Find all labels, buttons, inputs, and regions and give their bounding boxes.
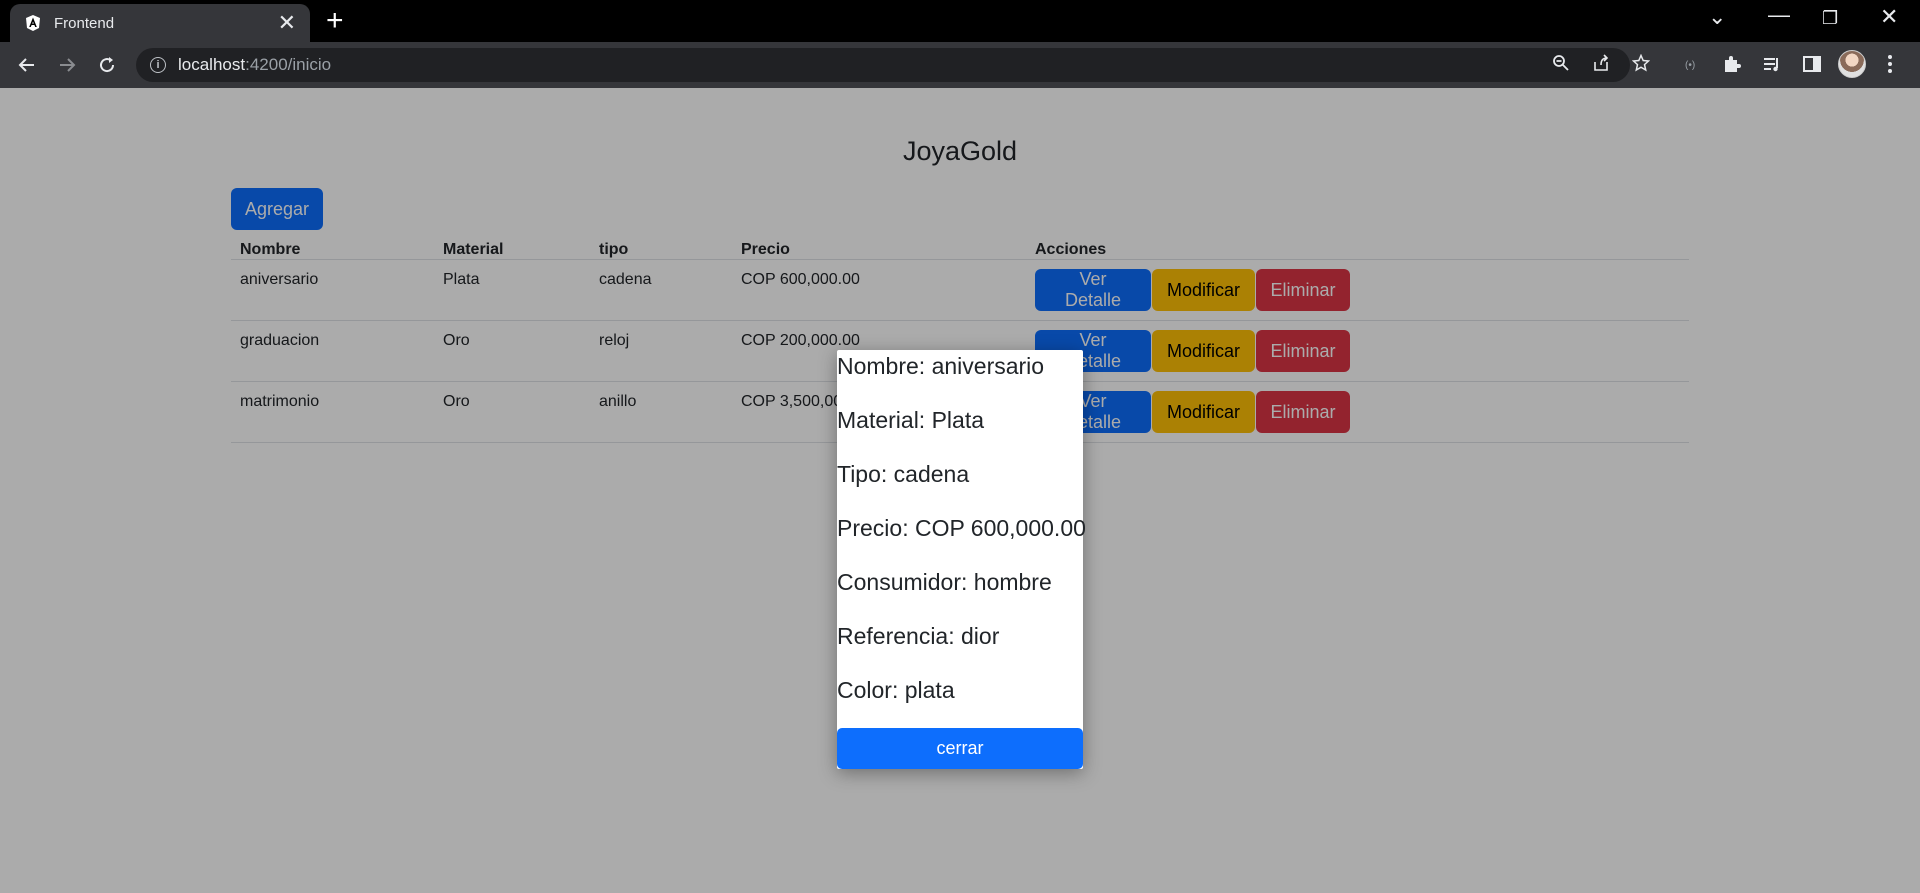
browser-tab[interactable]: Frontend ✕ — [10, 4, 310, 42]
detail-tipo: Tipo: cadena — [837, 461, 970, 487]
puzzle-extensions-icon[interactable] — [1718, 50, 1746, 78]
detail-material: Material: Plata — [837, 407, 985, 433]
restore-icon[interactable]: ❐ — [1822, 8, 1838, 29]
browser-toolbar: i localhost:4200/inicio — [0, 42, 1920, 88]
zoom-icon[interactable] — [1548, 50, 1574, 76]
share-icon[interactable] — [1588, 50, 1614, 76]
angular-favicon-icon — [24, 14, 42, 32]
url-host: localhost — [178, 55, 246, 74]
browser-menu-icon[interactable] — [1880, 50, 1900, 78]
close-modal-button[interactable]: cerrar — [837, 728, 1083, 769]
back-icon[interactable] — [12, 50, 42, 80]
tab-close-icon[interactable]: ✕ — [278, 12, 296, 34]
minimize-icon[interactable]: — — [1768, 2, 1790, 28]
address-bar[interactable]: i localhost:4200/inicio — [136, 48, 1630, 82]
tab-title: Frontend — [54, 14, 115, 32]
detail-precio: Precio: COP 600,000.00 — [837, 515, 1086, 541]
new-tab-icon[interactable]: + — [326, 6, 344, 36]
url-path: :4200/inicio — [245, 55, 332, 74]
detail-color: Color: plata — [837, 677, 955, 703]
side-panel-icon[interactable] — [1798, 50, 1826, 78]
detail-referencia: Referencia: dior — [837, 623, 1000, 649]
detail-modal: Nombre: aniversario Material: Plata Tipo… — [837, 350, 1086, 769]
close-window-icon[interactable]: ✕ — [1880, 4, 1898, 30]
svg-text:(•): (•) — [1685, 60, 1695, 71]
forward-icon[interactable] — [52, 50, 82, 80]
detail-nombre: Nombre: aniversario — [837, 353, 1045, 379]
reload-icon[interactable] — [92, 50, 122, 80]
tab-search-icon[interactable]: ⌄ — [1708, 4, 1726, 30]
browser-tab-strip: Frontend ✕ + ⌄ — ❐ ✕ — [0, 0, 1920, 42]
extension-icon[interactable]: (•) — [1678, 50, 1706, 78]
site-info-icon[interactable]: i — [150, 57, 166, 73]
profile-avatar[interactable] — [1838, 50, 1866, 78]
bookmark-star-icon[interactable] — [1628, 50, 1654, 76]
media-queue-icon[interactable] — [1758, 50, 1786, 78]
detail-consumidor: Consumidor: hombre — [837, 569, 1052, 595]
